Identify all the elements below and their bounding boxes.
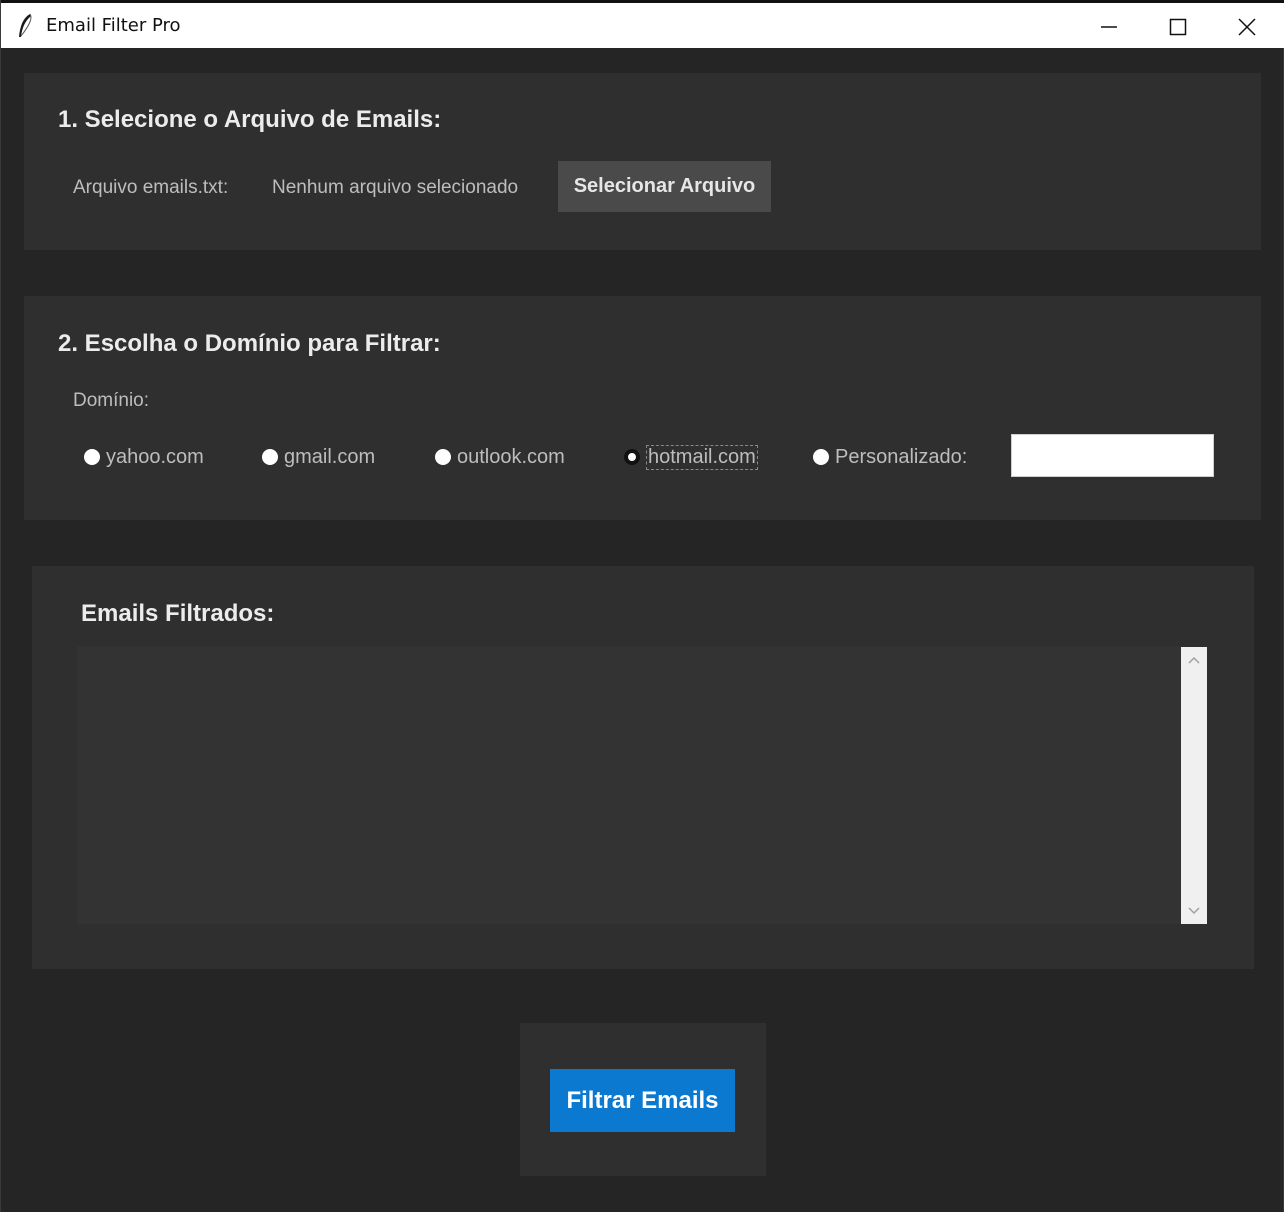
select-file-button[interactable]: Selecionar Arquivo <box>558 161 771 212</box>
radio-outlook[interactable]: outlook.com <box>435 444 565 470</box>
custom-domain-input[interactable] <box>1011 434 1214 477</box>
radio-gmail[interactable]: gmail.com <box>262 444 375 470</box>
radio-indicator <box>84 449 100 465</box>
file-section-title: 1. Selecione o Arquivo de Emails: <box>58 106 442 133</box>
maximize-button[interactable] <box>1146 7 1210 47</box>
scroll-down-button[interactable] <box>1181 898 1207 924</box>
radio-hotmail[interactable]: hotmail.com <box>624 444 758 470</box>
domain-label: Domínio: <box>73 390 150 411</box>
close-icon <box>1238 18 1256 36</box>
file-label: Arquivo emails.txt: <box>73 177 229 198</box>
results-section-title: Emails Filtrados: <box>81 600 275 627</box>
feather-icon <box>19 13 32 37</box>
file-status: Nenhum arquivo selecionado <box>272 177 519 198</box>
radio-label: yahoo.com <box>106 445 204 468</box>
window-title: Email Filter Pro <box>46 15 181 36</box>
radio-custom[interactable]: Personalizado: <box>813 444 967 470</box>
radio-label: outlook.com <box>457 445 565 468</box>
close-button[interactable] <box>1215 7 1279 47</box>
radio-indicator-selected <box>624 449 640 465</box>
results-scrollbar[interactable] <box>1181 647 1207 924</box>
title-bar: Email Filter Pro <box>1 0 1284 48</box>
radio-indicator <box>435 449 451 465</box>
radio-label: gmail.com <box>284 445 376 468</box>
maximize-icon <box>1169 18 1187 36</box>
filtered-emails-textarea[interactable] <box>77 646 1181 924</box>
radio-yahoo[interactable]: yahoo.com <box>84 444 204 470</box>
domain-section-title: 2. Escolha o Domínio para Filtrar: <box>58 330 441 357</box>
app-window: Email Filter Pro 1. Selecione o Arquivo … <box>0 0 1284 1212</box>
chevron-up-icon <box>1188 656 1200 664</box>
radio-indicator <box>813 449 829 465</box>
chevron-down-icon <box>1188 907 1200 915</box>
minimize-button[interactable] <box>1077 7 1141 47</box>
radio-indicator <box>262 449 278 465</box>
radio-label: Personalizado: <box>835 445 968 468</box>
scroll-up-button[interactable] <box>1181 647 1207 673</box>
filter-emails-button[interactable]: Filtrar Emails <box>550 1069 735 1132</box>
minimize-icon <box>1101 26 1117 28</box>
radio-label: hotmail.com <box>646 444 758 470</box>
